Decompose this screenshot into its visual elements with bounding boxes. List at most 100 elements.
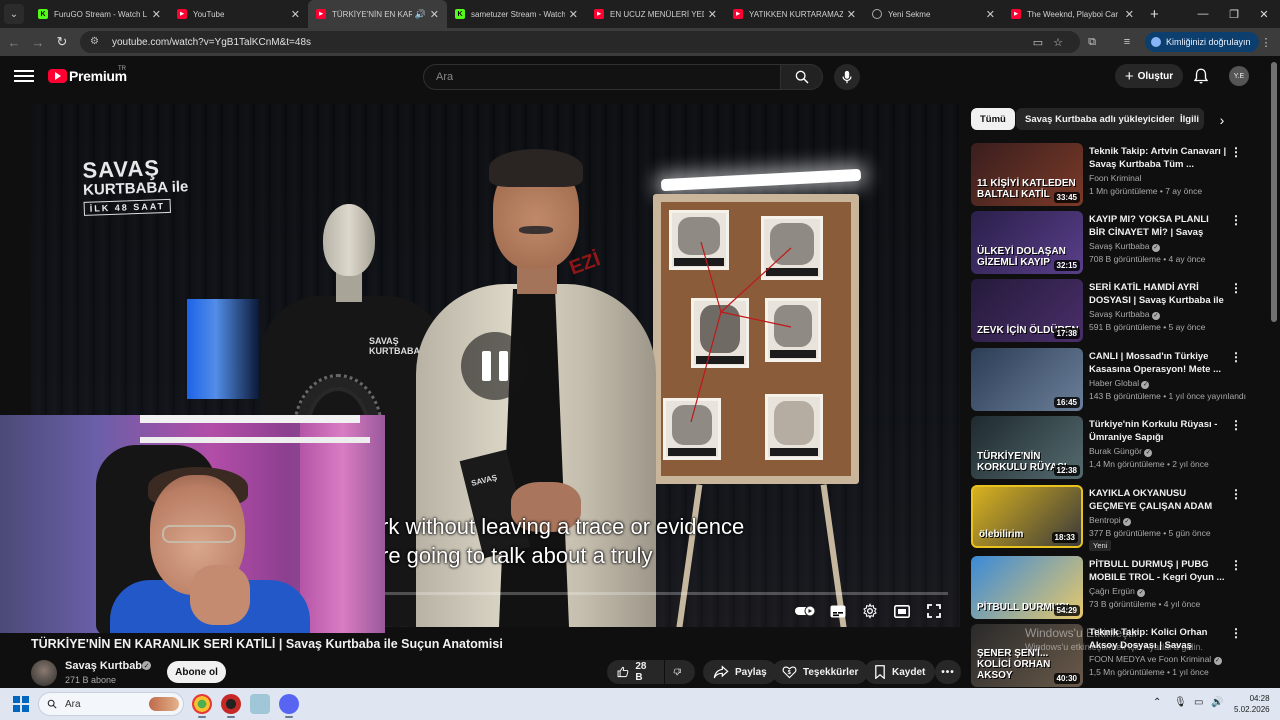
browser-tab[interactable]: ▶ EN UCUZ MENÜLERİ YEDİ ✕ <box>586 0 725 28</box>
recommendation-item[interactable]: 11 KİŞİYİ KATLEDEN BALTALI KATİL 33:45 Tek… <box>971 143 1261 207</box>
chip-related[interactable]: İlgili <box>1174 108 1204 130</box>
chevron-right-icon[interactable]: › <box>1212 110 1232 130</box>
recommendation-channel[interactable]: Bentropi ✓ <box>1089 515 1132 526</box>
recommendation-channel[interactable]: Haber Global ✓ <box>1089 378 1150 389</box>
create-button[interactable]: + Oluştur <box>1115 64 1183 88</box>
browser-tab[interactable]: Yeni Sekme ✕ <box>864 0 1003 28</box>
forward-icon[interactable]: → <box>26 30 50 54</box>
notifications-button[interactable] <box>1192 67 1210 85</box>
recommendation-title[interactable]: SERİ KATİL HAMDİ AYRİ DOSYASI | Savaş Ku… <box>1089 281 1227 307</box>
extensions-icon[interactable]: ⧉ <box>1084 34 1100 50</box>
captions-button[interactable] <box>827 600 849 622</box>
pause-button[interactable] <box>461 332 529 400</box>
more-vertical-icon[interactable]: ⋮ <box>1230 281 1242 295</box>
video-thumbnail[interactable]: PİTBULL DURMUŞ! 54:29 <box>971 556 1083 619</box>
discord-taskbar-icon[interactable] <box>279 694 299 714</box>
media-control-icon[interactable]: ≡ <box>1119 34 1135 50</box>
bookmark-star-icon[interactable]: ☆ <box>1050 34 1066 50</box>
tab-search-button[interactable]: ⌄ <box>4 4 24 24</box>
microphone-tray-icon[interactable]: 🎙 <box>1174 697 1187 708</box>
video-thumbnail[interactable]: ölebilirim 18:33 <box>971 485 1083 548</box>
channel-avatar[interactable] <box>31 660 57 686</box>
more-actions-button[interactable]: ••• <box>935 660 961 684</box>
more-vertical-icon[interactable]: ⋮ <box>1230 626 1242 640</box>
browser-menu-icon[interactable]: ⋮ <box>1258 34 1274 50</box>
video-thumbnail[interactable]: ZEVK İÇİN ÖLDÜREN 17:38 <box>971 279 1083 342</box>
close-tab-icon[interactable]: ✕ <box>847 8 856 21</box>
profile-verify-button[interactable]: Kimliğinizi doğrulayın <box>1145 32 1259 52</box>
video-thumbnail[interactable]: TÜRKİYE'NİN KORKULU RÜYASI 12:38 <box>971 416 1083 479</box>
tab-audio-icon[interactable]: 🔊 <box>415 9 426 20</box>
recommendation-channel[interactable]: FOON MEDYA ve Foon Kriminal ✓ <box>1089 654 1222 665</box>
browser-tab[interactable]: ▶ The Weeknd, Playboi Car ✕ <box>1003 0 1142 28</box>
share-button[interactable]: Paylaş <box>703 660 777 684</box>
recommendation-item[interactable]: PİTBULL DURMUŞ! 54:29 PİTBULL DURMUŞ | PUB… <box>971 556 1261 620</box>
channel-name[interactable]: Savaş Kurtbaba <box>65 660 148 672</box>
close-tab-icon[interactable]: ✕ <box>291 8 300 21</box>
taskbar-search-input[interactable]: Ara <box>38 692 184 716</box>
like-button[interactable]: 28 B <box>607 660 664 684</box>
reload-icon[interactable]: ↻ <box>50 30 74 54</box>
search-input[interactable]: Ara <box>423 64 781 90</box>
system-clock[interactable]: 04:28 5.02.2026 <box>1234 693 1270 715</box>
maximize-icon[interactable]: ❐ <box>1218 0 1250 28</box>
minimize-icon[interactable]: — <box>1187 0 1219 28</box>
recommendation-title[interactable]: PİTBULL DURMUŞ | PUBG MOBILE TROL - Kegr… <box>1089 558 1227 584</box>
browser-tab[interactable]: ▶ YATIKKEN KURTARAMAZSI ✕ <box>725 0 864 28</box>
voice-search-button[interactable] <box>834 64 860 90</box>
video-thumbnail[interactable]: ÜLKEYİ DOLAŞAN GİZEMLİ KAYIP 32:15 <box>971 211 1083 274</box>
recommendation-item[interactable]: ÜLKEYİ DOLAŞAN GİZEMLİ KAYIP 32:15 KAYIP M… <box>971 211 1261 275</box>
volume-tray-icon[interactable]: 🔊 <box>1211 697 1223 708</box>
youtube-premium-logo[interactable]: Premium TR <box>48 66 127 84</box>
recommendation-title[interactable]: KAYIKLA OKYANUSU GEÇMEYE ÇALIŞAN ADAM <box>1089 487 1227 513</box>
close-tab-icon[interactable]: ✕ <box>569 8 578 21</box>
dislike-button[interactable] <box>665 660 695 684</box>
close-tab-icon[interactable]: ✕ <box>430 8 439 21</box>
more-vertical-icon[interactable]: ⋮ <box>1230 487 1242 501</box>
recommendation-item[interactable]: ZEVK İÇİN ÖLDÜREN 17:38 SERİ KATİL HAMDİ A… <box>971 279 1261 343</box>
close-tab-icon[interactable]: ✕ <box>152 8 161 21</box>
more-vertical-icon[interactable]: ⋮ <box>1230 213 1242 227</box>
network-app-taskbar-icon[interactable] <box>250 694 270 714</box>
browser-tab[interactable]: ▶ YouTube ✕ <box>169 0 308 28</box>
recommendation-channel[interactable]: Foon Kriminal <box>1089 173 1141 183</box>
browser-tab[interactable]: Ksametuzer Stream - Watch ✕ <box>447 0 586 28</box>
subscribe-button[interactable]: Abone ol <box>167 661 226 683</box>
thanks-button[interactable]: $ Teşekkürler <box>772 660 869 684</box>
recommendation-channel[interactable]: Savaş Kurtbaba ✓ <box>1089 309 1160 320</box>
site-info-icon[interactable]: ⚙ <box>90 36 102 48</box>
record-app-taskbar-icon[interactable] <box>221 694 241 714</box>
recommendation-channel[interactable]: Çağrı Ergün ✓ <box>1089 586 1146 597</box>
video-thumbnail[interactable]: 11 KİŞİYİ KATLEDEN BALTALI KATİL 33:45 <box>971 143 1083 206</box>
more-vertical-icon[interactable]: ⋮ <box>1230 350 1242 364</box>
recommendation-item[interactable]: TÜRKİYE'NİN KORKULU RÜYASI 12:38 Türkiye'n… <box>971 416 1261 480</box>
address-bar[interactable]: ⚙ youtube.com/watch?v=YgB1TalKCnM&t=48s <box>80 31 1080 53</box>
save-button[interactable]: Kaydet <box>864 660 936 684</box>
miniplayer-button[interactable] <box>891 600 913 622</box>
recommendation-item[interactable]: ölebilirim 18:33 KAYIKLA OKYANUSU GEÇMEYE … <box>971 485 1261 551</box>
new-tab-button[interactable]: + <box>1150 6 1159 23</box>
recommendation-channel[interactable]: Burak Güngör ✓ <box>1089 446 1153 457</box>
fullscreen-button[interactable] <box>923 600 945 622</box>
recommendation-channel[interactable]: Savaş Kurtbaba ✓ <box>1089 241 1160 252</box>
recommendation-title[interactable]: KAYIP MI? YOKSA PLANLI BİR CİNAYET Mİ? |… <box>1089 213 1227 239</box>
tray-chevron-icon[interactable]: ⌃ <box>1153 697 1161 708</box>
recommendation-item[interactable]: 16:45 CANLI | Mossad'ın Türkiye Kasasına … <box>971 348 1261 412</box>
page-scrollbar[interactable] <box>1271 62 1277 322</box>
more-vertical-icon[interactable]: ⋮ <box>1230 418 1242 432</box>
recommendation-title[interactable]: Türkiye'nin Korkulu Rüyası - Ümraniye Sa… <box>1089 418 1227 444</box>
more-vertical-icon[interactable]: ⋮ <box>1230 558 1242 572</box>
chrome-taskbar-icon[interactable] <box>192 694 212 714</box>
browser-tab[interactable]: K FuruGO Stream - Watch L ✕ <box>30 0 169 28</box>
account-avatar[interactable]: Y.E <box>1229 66 1249 86</box>
video-thumbnail[interactable]: 16:45 <box>971 348 1083 411</box>
windows-start-icon[interactable] <box>13 696 29 712</box>
browser-tab[interactable]: ▶ TÜRKİYE'NİN EN KAR 🔊 ✕ <box>308 0 447 28</box>
close-tab-icon[interactable]: ✕ <box>708 8 717 21</box>
chip-all[interactable]: Tümü <box>971 108 1015 130</box>
chip-from-uploader[interactable]: Savaş Kurtbaba adlı yükleyiciden <box>1016 108 1185 130</box>
cast-icon[interactable]: ▭ <box>1030 34 1046 50</box>
back-icon[interactable]: ← <box>2 30 26 54</box>
settings-button[interactable] <box>859 600 881 622</box>
recommendation-title[interactable]: Teknik Takip: Artvin Canavarı | Savaş Ku… <box>1089 145 1227 171</box>
